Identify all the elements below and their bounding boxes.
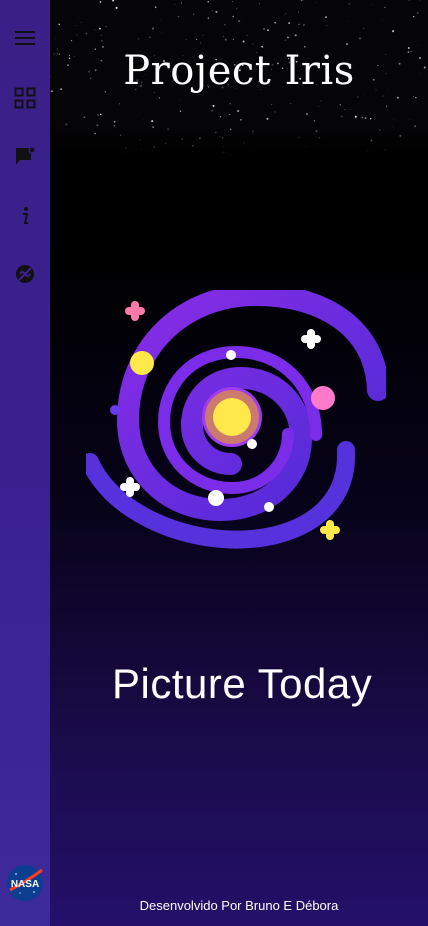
- sidebar: NASA: [0, 0, 50, 926]
- dashboard-grid-icon[interactable]: [11, 84, 39, 112]
- info-icon[interactable]: [11, 202, 39, 230]
- no-signal-icon[interactable]: [11, 260, 39, 288]
- footer-credits: Desenvolvido Por Bruno E Débora: [139, 898, 339, 913]
- app-title: Project Iris: [123, 48, 355, 94]
- starfield-header: Project Iris: [50, 0, 428, 158]
- picture-today-heading[interactable]: Picture Today: [112, 660, 372, 708]
- nasa-logo-text: NASA: [11, 879, 39, 890]
- main-content: Project Iris Picture Today Desenvolvido …: [50, 0, 428, 926]
- galaxy-illustration: [86, 290, 386, 549]
- menu-icon[interactable]: [11, 24, 39, 52]
- nasa-logo: NASA: [7, 865, 43, 901]
- feedback-icon[interactable]: [11, 143, 39, 171]
